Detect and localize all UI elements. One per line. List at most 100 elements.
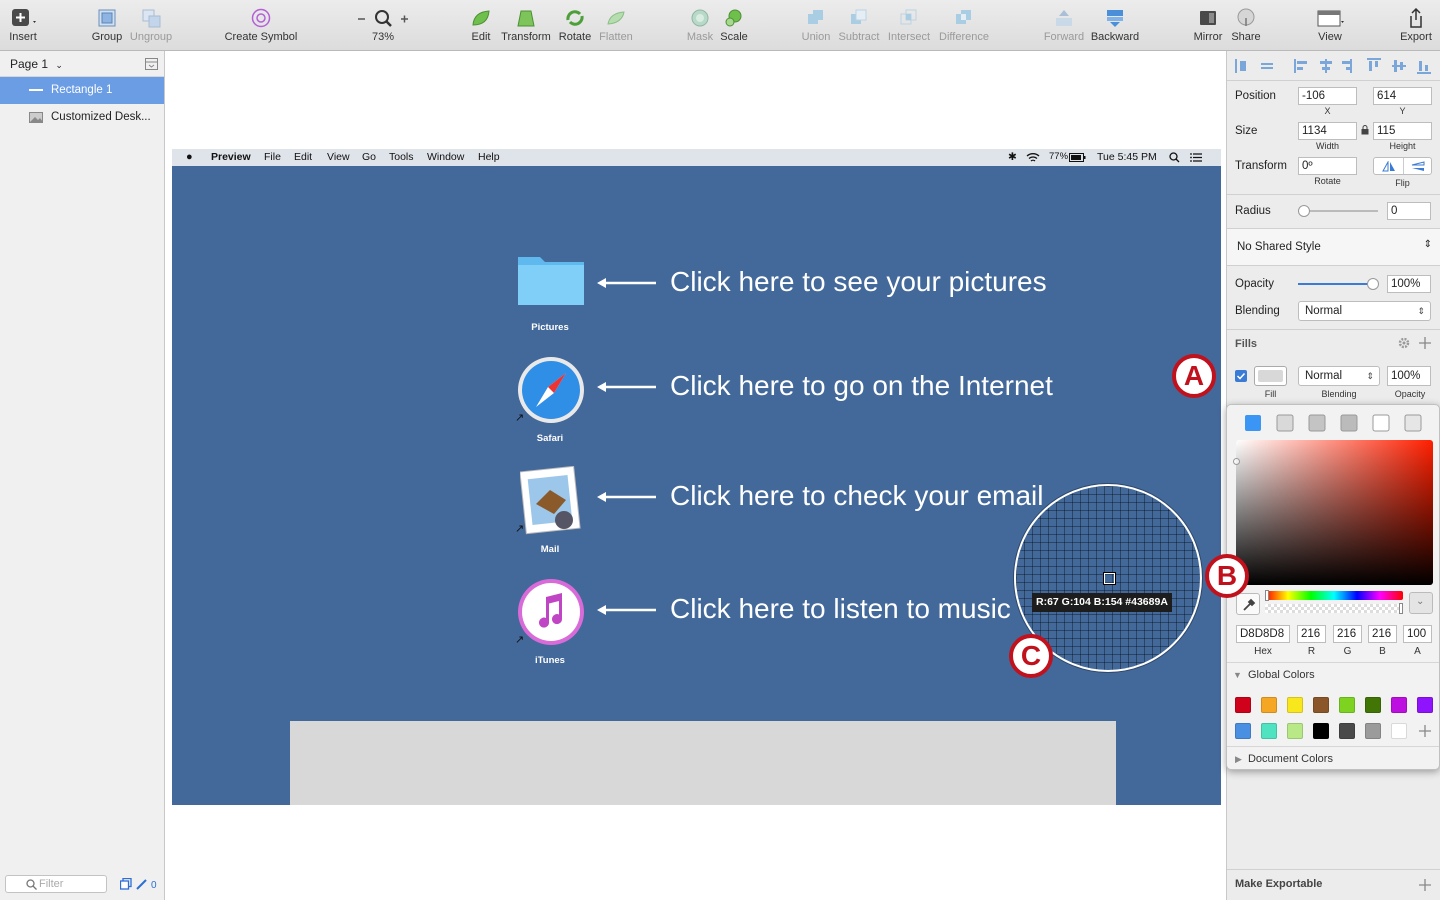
intersect-button[interactable]: Intersect — [886, 8, 932, 43]
group-label: Group — [91, 31, 123, 43]
position-y-input[interactable]: 614 — [1373, 87, 1432, 105]
forward-button[interactable]: Forward — [1042, 8, 1086, 43]
symbols-filter-icon[interactable] — [120, 878, 132, 890]
global-color-swatch[interactable] — [1365, 697, 1381, 713]
opacity-slider-fill — [1298, 283, 1378, 285]
insert-button[interactable]: Insert — [6, 8, 40, 43]
edit-button[interactable]: Edit — [466, 8, 496, 43]
flip-horizontal-icon[interactable] — [1382, 161, 1396, 172]
hex-input[interactable]: D8D8D8 — [1236, 625, 1290, 643]
green-input[interactable]: 216 — [1333, 625, 1362, 643]
lock-icon[interactable] — [1361, 125, 1369, 135]
export-button[interactable]: Export — [1396, 8, 1436, 43]
rotate-button[interactable]: Rotate — [556, 8, 594, 43]
mirror-button[interactable]: Mirror — [1190, 8, 1226, 43]
view-button[interactable]: View — [1310, 8, 1350, 43]
scale-icon — [725, 9, 742, 27]
opacity-input[interactable]: 100% — [1387, 275, 1431, 293]
fill-enabled-checkbox[interactable] — [1235, 370, 1247, 382]
disclosure-closed-icon: ▶ — [1235, 754, 1242, 764]
document-colors-header[interactable]: ▶ Document Colors — [1235, 753, 1333, 765]
layer-item-customized-desktop[interactable]: Customized Desk... — [0, 104, 164, 131]
subtract-button[interactable]: Subtract — [836, 8, 882, 43]
red-input[interactable]: 216 — [1297, 625, 1326, 643]
checkmark-icon — [1236, 372, 1246, 380]
width-input[interactable]: 1134 — [1298, 122, 1357, 140]
ungroup-button[interactable]: Ungroup — [128, 8, 174, 43]
scale-button[interactable]: Scale — [718, 8, 750, 43]
global-color-swatch[interactable] — [1287, 697, 1303, 713]
create-symbol-button[interactable]: Create Symbol — [224, 8, 298, 43]
alpha-slider[interactable] — [1265, 603, 1403, 614]
global-color-swatch[interactable] — [1339, 697, 1355, 713]
eyedropper-button[interactable] — [1236, 593, 1260, 615]
opacity-slider-handle[interactable] — [1367, 278, 1379, 290]
alpha-slider-handle[interactable] — [1399, 603, 1403, 614]
global-color-swatch[interactable] — [1391, 697, 1407, 713]
slice-filter-icon[interactable] — [136, 878, 148, 890]
flip-vertical-icon[interactable] — [1411, 161, 1425, 172]
alpha-input[interactable]: 100 — [1403, 625, 1432, 643]
battery-percent: 77% — [1049, 151, 1069, 162]
radius-slider-handle[interactable] — [1298, 205, 1310, 217]
filter-input[interactable]: Filter — [5, 875, 107, 893]
page-selector[interactable]: Page 1 ⌄ — [0, 51, 164, 77]
gear-icon[interactable] — [1398, 337, 1410, 349]
share-button[interactable]: Share — [1228, 8, 1264, 43]
difference-button[interactable]: Difference — [936, 8, 992, 43]
view-icon — [1317, 10, 1344, 27]
fill-type-selector[interactable] — [1244, 414, 1424, 432]
add-export-icon[interactable] — [1419, 879, 1431, 891]
blending-select[interactable]: Normal ⇕ — [1298, 301, 1431, 321]
radius-input[interactable]: 0 — [1387, 202, 1431, 220]
layer-item-rectangle[interactable]: Rectangle 1 — [0, 77, 164, 104]
saturation-brightness-field[interactable] — [1233, 440, 1433, 585]
make-exportable-label[interactable]: Make Exportable — [1235, 878, 1322, 890]
global-colors-header[interactable]: ▼ Global Colors — [1233, 669, 1315, 681]
alignment-icons[interactable] — [1235, 58, 1435, 74]
global-color-swatch[interactable] — [1287, 723, 1303, 739]
mask-button[interactable]: Mask — [684, 8, 716, 43]
collapse-pages-icon[interactable] — [145, 58, 158, 70]
global-color-swatch[interactable] — [1235, 697, 1251, 713]
global-color-swatch[interactable] — [1365, 723, 1381, 739]
position-x-input[interactable]: -106 — [1298, 87, 1357, 105]
safari-instruction: Click here to go on the Internet — [670, 370, 1053, 401]
shared-style-select[interactable]: No Shared Style ⇕ — [1227, 229, 1440, 265]
fill-opacity-input[interactable]: 100% — [1387, 366, 1431, 386]
global-color-swatch[interactable] — [1235, 723, 1251, 739]
global-color-swatch[interactable] — [1417, 697, 1433, 713]
radius-slider-track[interactable] — [1298, 210, 1378, 212]
hue-slider[interactable] — [1265, 590, 1403, 601]
folder-icon[interactable] — [516, 251, 586, 307]
backward-button[interactable]: Backward — [1090, 8, 1140, 43]
fill-blending-select[interactable]: Normal ⇕ — [1298, 366, 1380, 386]
global-color-swatch[interactable] — [1339, 723, 1355, 739]
global-color-swatch[interactable] — [1313, 697, 1329, 713]
zoom-control[interactable]: 73% — [352, 8, 414, 43]
rectangle-1[interactable] — [290, 721, 1116, 805]
color-picker-handle[interactable] — [1233, 458, 1240, 465]
add-fill-icon[interactable] — [1419, 337, 1431, 349]
rotate-input[interactable]: 0º — [1298, 157, 1357, 175]
color-presets-button[interactable]: ⌄ — [1409, 592, 1433, 614]
mail-icon[interactable] — [520, 466, 584, 536]
opacity-slider-track[interactable] — [1298, 283, 1378, 285]
global-color-swatch[interactable] — [1261, 697, 1277, 713]
fill-color-well[interactable] — [1254, 366, 1287, 386]
global-color-swatch[interactable] — [1313, 723, 1329, 739]
safari-icon[interactable] — [516, 355, 586, 425]
hue-slider-handle[interactable] — [1265, 590, 1269, 601]
customized-desktop-artboard[interactable]: ● Preview File Edit View Go Tools Window… — [172, 149, 1221, 805]
add-color-icon[interactable] — [1419, 725, 1431, 737]
union-button[interactable]: Union — [800, 8, 832, 43]
flip-control[interactable] — [1373, 157, 1432, 175]
itunes-icon[interactable] — [516, 577, 586, 647]
flatten-button[interactable]: Flatten — [596, 8, 636, 43]
transform-button[interactable]: Transform — [500, 8, 552, 43]
blue-input[interactable]: 216 — [1368, 625, 1397, 643]
group-button[interactable]: Group — [90, 8, 124, 43]
global-color-swatch[interactable] — [1261, 723, 1277, 739]
global-color-swatch[interactable] — [1391, 723, 1407, 739]
height-input[interactable]: 115 — [1373, 122, 1432, 140]
